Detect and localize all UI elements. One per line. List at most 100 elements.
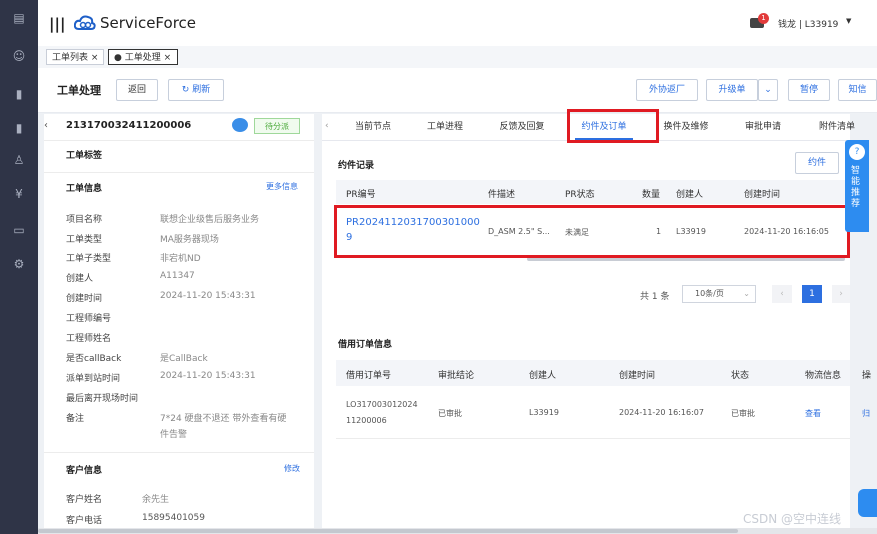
- field-label: 最后离开现场时间: [66, 394, 139, 404]
- tab-ticket-list[interactable]: 工单列表 ×: [46, 49, 104, 65]
- tab-label: 工单列表: [52, 53, 89, 63]
- tab-ticket-progress[interactable]: 工单进程: [420, 114, 470, 140]
- column-header: 件描述: [488, 190, 516, 200]
- column-header: PR状态: [565, 190, 595, 200]
- scrollbar-thumb[interactable]: [38, 529, 738, 533]
- left-nav-rail: ▤ ☺ ▮ ▮ ♙ ¥ ▭ ⚙: [0, 0, 38, 534]
- back-button[interactable]: 返回: [116, 79, 158, 101]
- dot-icon: ●: [114, 53, 122, 63]
- notify-button[interactable]: 知信: [838, 79, 877, 101]
- borrow-order-heading: 借用订单信息: [338, 340, 393, 350]
- field-value: 余先生: [142, 495, 170, 505]
- settings-icon[interactable]: ⚙: [11, 256, 27, 272]
- column-header: 创建时间: [619, 371, 656, 381]
- refresh-button[interactable]: ↻ 刷新: [168, 79, 224, 101]
- dashboard-icon[interactable]: ▤: [11, 10, 27, 26]
- yen-icon[interactable]: ¥: [11, 186, 27, 202]
- table-row[interactable]: [336, 386, 850, 439]
- app-title: ServiceForce: [100, 14, 197, 32]
- highlight-box-row: [334, 205, 850, 258]
- outsource-button[interactable]: 外协返厂: [636, 79, 698, 101]
- top-header: ||| ServiceForce 1 钱龙 | L33919 ▼: [38, 0, 877, 46]
- tab-ticket-process[interactable]: ● 工单处理 ×: [108, 49, 178, 65]
- page-tabs: 工单列表 × ● 工单处理 ×: [38, 46, 877, 69]
- next-page-button[interactable]: ›: [832, 285, 850, 303]
- tab-attachments[interactable]: 附件清单: [812, 114, 862, 140]
- prev-page-button[interactable]: ‹: [772, 285, 792, 303]
- page-title: 工单处理: [57, 84, 101, 97]
- document-icon[interactable]: ▮: [11, 86, 27, 102]
- refresh-icon: ↻: [181, 85, 190, 95]
- upgrade-dropdown-button[interactable]: ⌄: [758, 79, 778, 101]
- chevron-down-icon: ⌄: [743, 289, 750, 298]
- field-label: 创建人: [66, 274, 94, 284]
- chat-icon[interactable]: [232, 118, 248, 132]
- operation-link[interactable]: 归: [862, 408, 870, 419]
- parts-record-heading: 约件记录: [338, 161, 375, 171]
- table-cell: 2024-11-20 16:16:07: [619, 408, 704, 417]
- column-header: 操: [862, 371, 872, 381]
- field-value: 非宕机ND: [160, 254, 201, 264]
- field-label: 备注: [66, 414, 85, 424]
- horizontal-scrollbar[interactable]: [38, 528, 877, 534]
- chat-bubble-icon[interactable]: [858, 489, 877, 517]
- pause-button[interactable]: 暂停: [788, 79, 830, 101]
- upgrade-button[interactable]: 升级单: [706, 79, 758, 101]
- chevron-left-icon[interactable]: ‹: [325, 121, 329, 131]
- close-icon[interactable]: ×: [91, 53, 99, 63]
- field-value: 联想企业级售后服务业务: [160, 215, 260, 225]
- tab-current-node[interactable]: 当前节点: [348, 114, 398, 140]
- field-value: 7*24 硬盘不退还 带外查看有硬: [160, 414, 287, 424]
- divider: [44, 172, 314, 173]
- field-value: A11347: [160, 271, 195, 281]
- field-value: 件告警: [160, 430, 188, 440]
- column-header: 物流信息: [805, 371, 842, 381]
- close-icon[interactable]: ×: [164, 53, 172, 63]
- people-icon[interactable]: ♙: [11, 152, 27, 168]
- status-badge: 待分派: [254, 118, 300, 134]
- watermark: CSDN @空中连线: [743, 512, 842, 526]
- more-info-link[interactable]: 更多信息: [266, 181, 298, 192]
- chevron-down-icon[interactable]: ▼: [846, 17, 851, 25]
- ticket-number: 213170032411200006: [66, 120, 192, 131]
- column-header: 数量: [642, 190, 661, 200]
- orders-table-header: [336, 360, 850, 386]
- ticket-icon[interactable]: ▮: [11, 120, 27, 136]
- page-size-select[interactable]: 10条/页 ⌄: [682, 285, 756, 303]
- field-label: 工程师编号: [66, 314, 112, 324]
- pagination-total: 共 1 条: [640, 292, 670, 302]
- edit-customer-link[interactable]: 修改: [284, 463, 300, 474]
- field-value: 2024-11-20 15:43:31: [160, 371, 256, 381]
- page-number-button[interactable]: 1: [802, 285, 822, 303]
- field-label: 工程师姓名: [66, 334, 112, 344]
- tab-approval[interactable]: 审批申请: [738, 114, 788, 140]
- monitor-icon[interactable]: ▭: [11, 222, 27, 238]
- field-value: 2024-11-20 15:43:31: [160, 291, 256, 301]
- column-header: PR编号: [346, 190, 376, 200]
- refresh-label: 刷新: [192, 85, 211, 95]
- request-parts-button[interactable]: 约件: [795, 152, 839, 174]
- menu-toggle-icon[interactable]: |||: [49, 15, 65, 33]
- lightbulb-icon: ?: [849, 144, 865, 160]
- field-label: 创建时间: [66, 294, 103, 304]
- highlight-box-tab: [567, 109, 659, 143]
- tab-feedback[interactable]: 反馈及回复: [492, 114, 552, 140]
- collapse-icon[interactable]: ‹: [44, 120, 48, 131]
- ticket-info-heading: 工单信息: [66, 184, 103, 194]
- page-size-value: 10条/页: [695, 289, 724, 298]
- view-logistics-link[interactable]: 查看: [805, 408, 821, 419]
- field-label: 工单子类型: [66, 254, 112, 264]
- field-label: 工单类型: [66, 235, 103, 245]
- column-header: 状态: [731, 371, 750, 381]
- ticket-tag-heading: 工单标签: [66, 151, 103, 161]
- user-menu[interactable]: 钱龙 | L33919: [778, 17, 838, 30]
- field-value: 是CallBack: [160, 354, 208, 364]
- column-header: 审批结论: [438, 371, 475, 381]
- field-label: 项目名称: [66, 215, 103, 225]
- table-cell: 已审批: [731, 409, 755, 418]
- tab-label: 工单处理: [124, 53, 161, 63]
- user-icon[interactable]: ☺: [11, 48, 27, 64]
- field-label: 派单到站时间: [66, 374, 121, 384]
- smart-recommend-button[interactable]: ? 智能推荐: [845, 140, 869, 232]
- tab-replacement-repair[interactable]: 换件及维修: [656, 114, 716, 140]
